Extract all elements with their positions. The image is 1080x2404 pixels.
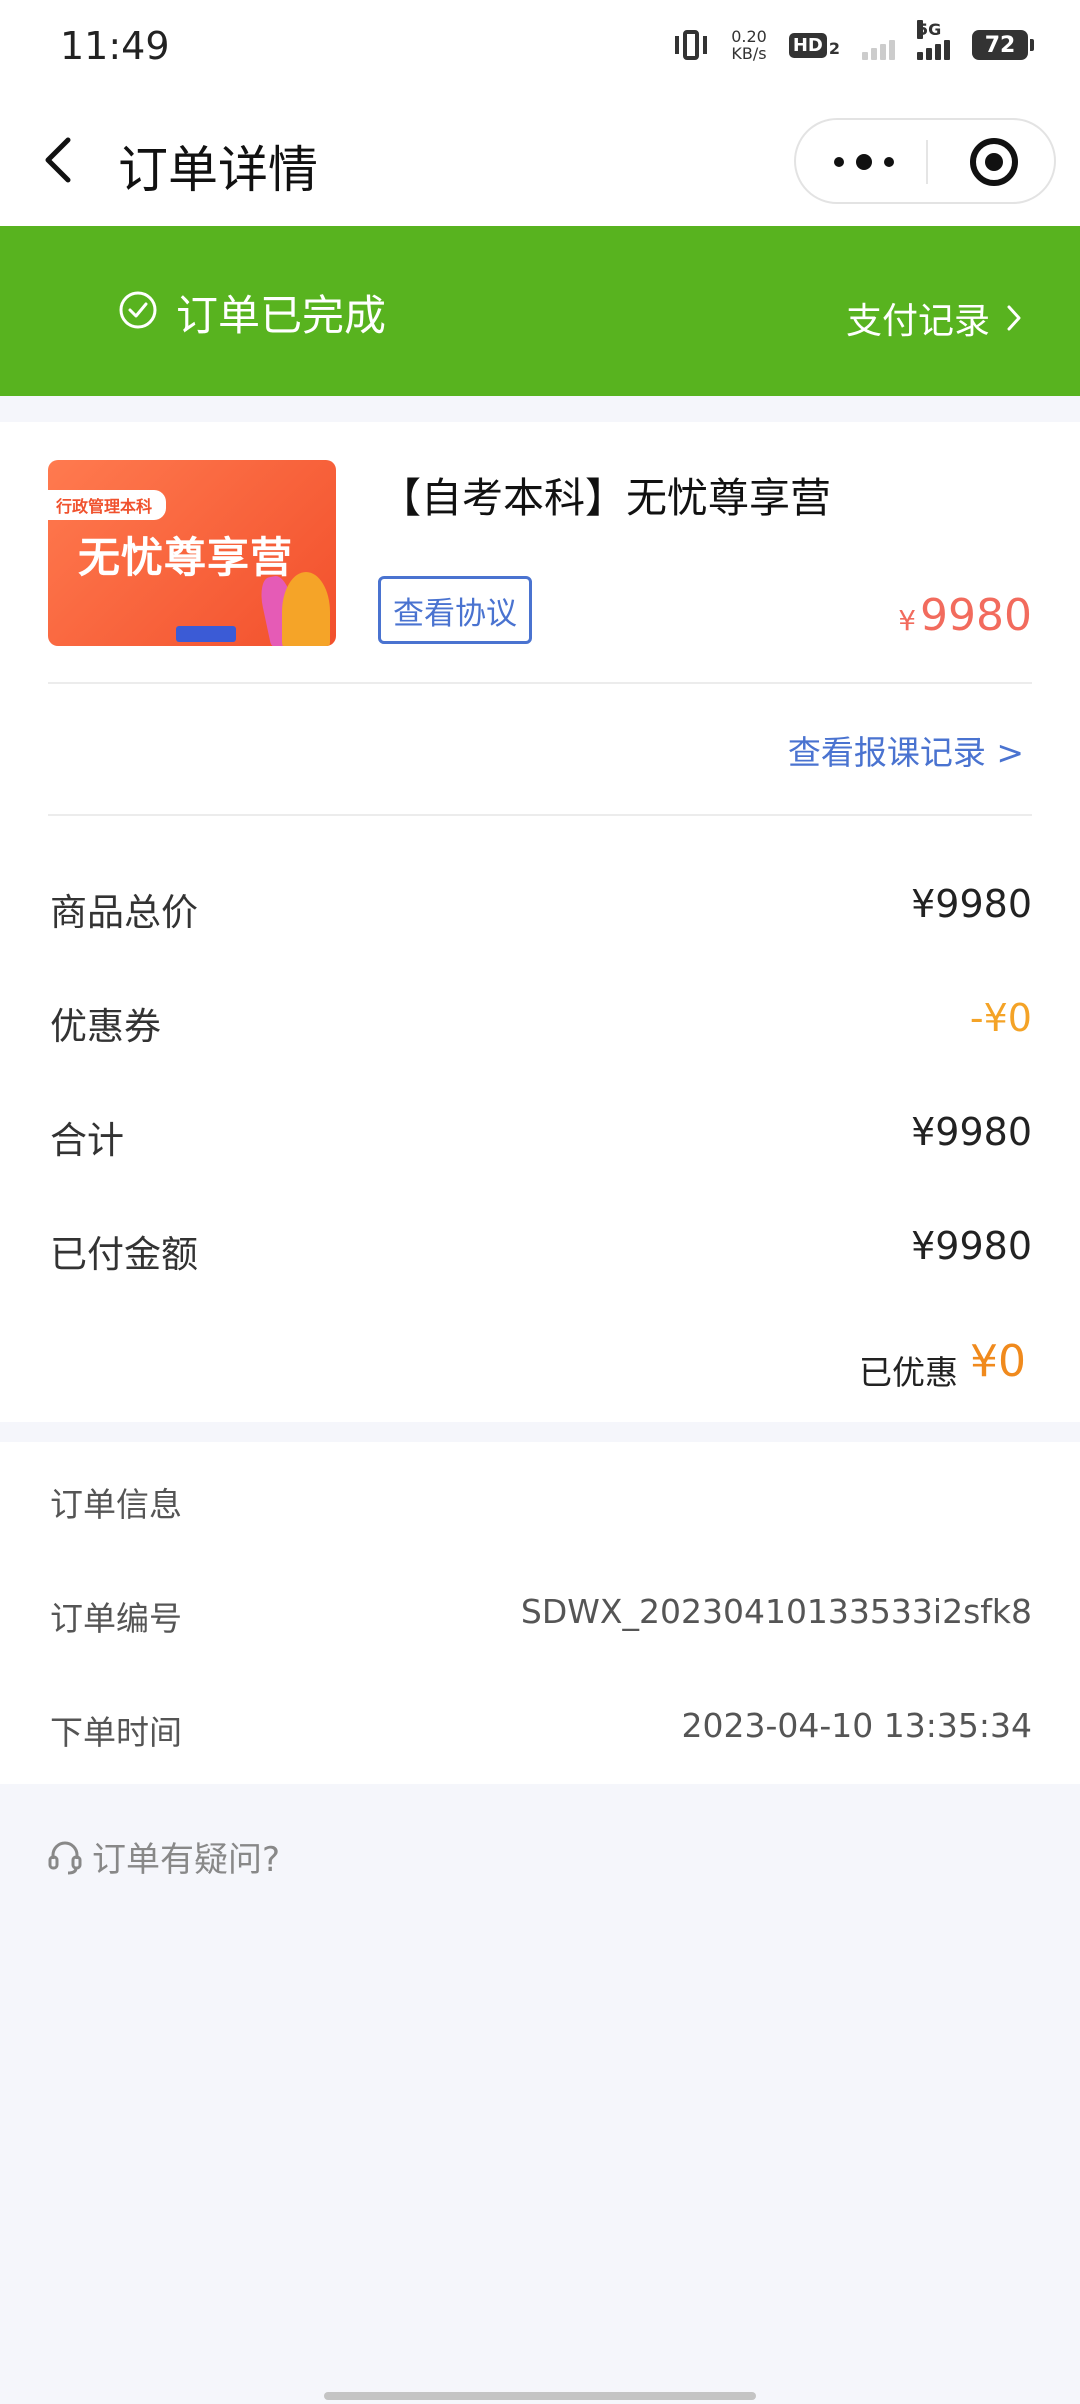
hd-sub-label: 2	[828, 38, 840, 58]
order-time-label: 下单时间	[50, 1713, 182, 1752]
battery-level: 72	[984, 32, 1016, 58]
network-speed-value: 0.20	[731, 27, 767, 46]
order-number-row: 订单编号 SDWX_20230410133533i2sfk8	[0, 1556, 1080, 1670]
hd-label: HD	[788, 32, 827, 58]
check-circle-icon	[119, 291, 157, 329]
order-info-heading: 订单信息	[50, 1485, 182, 1524]
order-time-value: 2023-04-10 13:35:34	[681, 1706, 1032, 1745]
total-value: ¥9980	[911, 1110, 1032, 1154]
subtotal-label: 商品总价	[50, 891, 198, 934]
coupon-label: 优惠券	[50, 1005, 161, 1048]
payment-record-link[interactable]: 支付记录	[846, 292, 1024, 344]
product-price-value: 9980	[920, 590, 1032, 641]
discount-row: 已优惠 ¥0	[0, 1312, 1080, 1422]
status-icons: 0.20 KB/s HD 2 5G 72	[673, 20, 1034, 62]
product-thumbnail[interactable]: 行政管理本科 无忧尊享营	[48, 460, 336, 646]
network-speed-unit: KB/s	[731, 44, 767, 63]
headset-icon	[48, 1841, 82, 1874]
order-help-text: 订单有疑问?	[92, 1840, 281, 1880]
payment-record-label: 支付记录	[845, 301, 990, 342]
tree-decoration	[282, 572, 330, 646]
currency-symbol: ¥	[898, 604, 917, 637]
order-info-section: 订单信息 订单编号 SDWX_20230410133533i2sfk8 下单时间…	[0, 1442, 1080, 1784]
order-time-row: 下单时间 2023-04-10 13:35:34	[0, 1670, 1080, 1784]
price-row-total: 合计 ¥9980	[0, 1084, 1080, 1198]
hd-voice-icon: HD 2	[788, 32, 840, 58]
signal-icon-5g: 5G	[917, 20, 950, 60]
order-status-banner: 订单已完成 支付记录	[0, 226, 1080, 396]
price-summary: 商品总价 ¥9980 优惠券 -¥0 合计 ¥9980 已付金额 ¥9980	[0, 816, 1080, 1312]
view-agreement-button[interactable]: 查看协议	[378, 576, 532, 644]
status-time: 11:49	[60, 24, 170, 68]
enrollment-record-row: 查看报课记录 >	[0, 684, 1080, 814]
coupon-value: -¥0	[969, 996, 1032, 1040]
order-info-heading-row: 订单信息	[0, 1442, 1080, 1556]
home-indicator[interactable]	[324, 2392, 756, 2400]
subtotal-value: ¥9980	[911, 882, 1032, 926]
discount-value: ¥0	[970, 1336, 1026, 1387]
price-row-coupon: 优惠券 -¥0	[0, 970, 1080, 1084]
signal-icon-sim1	[862, 30, 895, 60]
order-card: 行政管理本科 无忧尊享营 【自考本科】无忧尊享营 查看协议 ¥9980 查看报课…	[0, 422, 1080, 1422]
discount-label: 已优惠	[859, 1353, 958, 1392]
product-price: ¥9980	[898, 590, 1032, 641]
battery-icon: 72	[972, 30, 1034, 60]
product-title: 【自考本科】无忧尊享营	[380, 474, 831, 522]
order-number-value[interactable]: SDWX_20230410133533i2sfk8	[521, 1592, 1032, 1631]
paid-value: ¥9980	[911, 1224, 1032, 1268]
price-row-paid: 已付金额 ¥9980	[0, 1198, 1080, 1312]
view-enrollment-record-link[interactable]: 查看报课记录 >	[788, 726, 1024, 774]
status-bar: 11:49 0.20 KB/s HD 2 5G 72	[0, 0, 1080, 96]
network-type: 5G	[917, 20, 942, 39]
mini-program-capsule	[794, 118, 1056, 204]
page-title: 订单详情	[118, 141, 318, 199]
total-label: 合计	[50, 1119, 124, 1162]
paid-label: 已付金额	[50, 1233, 198, 1276]
order-status-text: 订单已完成	[176, 291, 387, 340]
nav-bar: 订单详情	[0, 96, 1080, 226]
back-arrow-icon[interactable]	[40, 134, 80, 186]
thumbnail-title: 无忧尊享营	[78, 533, 294, 582]
thumbnail-tag: 行政管理本科	[48, 490, 167, 520]
order-number-label: 订单编号	[50, 1599, 182, 1638]
price-row-subtotal: 商品总价 ¥9980	[0, 856, 1080, 970]
vibrate-icon	[673, 28, 709, 62]
books-decoration	[176, 626, 236, 642]
chevron-right-icon	[1007, 305, 1021, 331]
capsule-divider	[926, 140, 928, 184]
network-speed: 0.20 KB/s	[731, 28, 767, 62]
order-help-link[interactable]: 订单有疑问?	[48, 1832, 280, 1881]
more-menu-icon[interactable]	[834, 120, 894, 204]
close-mini-program-icon[interactable]	[970, 138, 1018, 186]
product-item: 行政管理本科 无忧尊享营 【自考本科】无忧尊享营 查看协议 ¥9980	[0, 422, 1080, 682]
